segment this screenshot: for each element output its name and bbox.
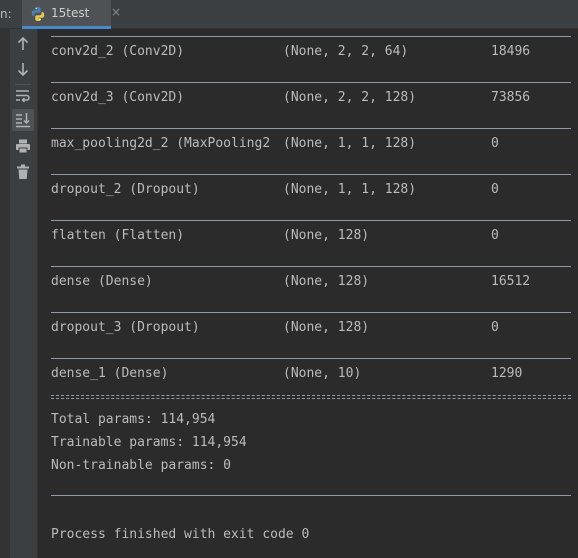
layer-name: dropout_2 (Dropout) (51, 182, 200, 197)
layer-name: max_pooling2d_2 (MaxPooling2 (51, 136, 271, 151)
run-window: n: 15test × conv2d_2 (Conv2D) (None, 2, … (0, 0, 578, 558)
layer-name: dropout_3 (Dropout) (51, 320, 200, 335)
param-count: 1290 (491, 366, 523, 381)
param-count: 16512 (491, 274, 531, 289)
non-trainable-params: Non-trainable params: 0 (51, 458, 232, 473)
param-count: 73856 (491, 90, 531, 105)
rerun-up-icon[interactable] (12, 33, 34, 55)
output-shape: (None, 2, 2, 64) (283, 44, 409, 59)
layer-name: conv2d_2 (Conv2D) (51, 44, 185, 59)
run-panel-label: n: (0, 7, 12, 21)
layer-name: dense (Dense) (51, 274, 153, 289)
row-separator (51, 312, 571, 313)
down-arrow-icon[interactable] (12, 58, 34, 80)
python-icon (30, 6, 46, 22)
trash-icon[interactable] (12, 161, 34, 183)
run-toolbar (10, 29, 38, 558)
output-shape: (None, 128) (283, 274, 370, 289)
output-shape: (None, 128) (283, 228, 370, 243)
row-separator (51, 36, 571, 37)
console-scrollbar[interactable] (572, 29, 578, 558)
row-separator (51, 128, 571, 129)
param-count: 0 (491, 320, 499, 335)
double-rule (51, 395, 571, 399)
layer-name: flatten (Flatten) (51, 228, 185, 243)
total-params: Total params: 114,954 (51, 412, 216, 427)
output-shape: (None, 10) (283, 366, 362, 381)
left-gutter (0, 29, 10, 558)
tab-15test[interactable]: 15test × (22, 0, 121, 29)
row-separator (51, 174, 571, 175)
layer-name: dense_1 (Dense) (51, 366, 169, 381)
row-separator (51, 358, 571, 359)
param-count: 0 (491, 136, 499, 151)
layer-name: conv2d_3 (Conv2D) (51, 90, 185, 105)
run-tab-bar: n: 15test × (0, 0, 578, 29)
row-separator (51, 82, 571, 83)
tab-close-icon[interactable]: × (111, 5, 121, 19)
output-shape: (None, 1, 1, 128) (283, 136, 417, 151)
param-count: 18496 (491, 44, 531, 59)
output-shape: (None, 1, 1, 128) (283, 182, 417, 197)
trainable-params: Trainable params: 114,954 (51, 435, 247, 450)
row-separator (51, 495, 571, 496)
output-shape: (None, 2, 2, 128) (283, 90, 417, 105)
scroll-to-end-icon[interactable] (12, 109, 34, 131)
soft-wrap-icon[interactable] (12, 85, 34, 107)
tab-title: 15test (51, 6, 90, 20)
output-shape: (None, 128) (283, 320, 370, 335)
console-output[interactable]: conv2d_2 (Conv2D) (None, 2, 2, 64) 18496… (38, 29, 578, 558)
print-icon[interactable] (12, 135, 34, 157)
row-separator (51, 266, 571, 267)
param-count: 0 (491, 182, 499, 197)
row-separator (51, 220, 571, 221)
param-count: 0 (491, 228, 499, 243)
exit-message: Process finished with exit code 0 (51, 527, 310, 542)
